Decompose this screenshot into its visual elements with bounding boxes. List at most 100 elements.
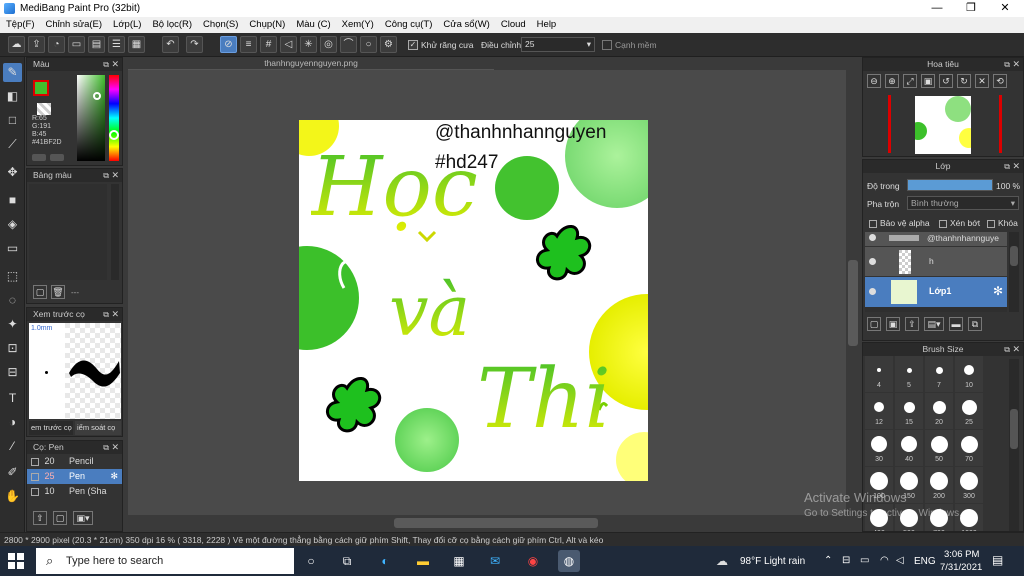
- windows-start-icon[interactable]: [8, 553, 24, 569]
- rotate-right-icon[interactable]: ↻: [957, 74, 971, 88]
- navigator-thumbnail[interactable]: [915, 96, 971, 154]
- select-pen-icon[interactable]: ⊡: [3, 339, 22, 358]
- close-icon[interactable]: ✕: [1012, 58, 1020, 71]
- edge-checkbox[interactable]: [602, 40, 612, 50]
- detach-icon[interactable]: ⧉: [1004, 160, 1010, 173]
- lasso-tool-icon[interactable]: ◌: [3, 291, 22, 310]
- layer-scrollbar[interactable]: [1009, 232, 1019, 312]
- brush-size-cell[interactable]: 50: [925, 430, 953, 466]
- blend-select[interactable]: Bình thường ▾: [907, 196, 1019, 210]
- menu-window[interactable]: Cửa sổ(W): [443, 17, 489, 33]
- layer-row[interactable]: h: [865, 247, 1007, 277]
- shape-tool-icon[interactable]: □: [3, 111, 22, 130]
- undo-icon[interactable]: ↶: [162, 36, 179, 53]
- detach-icon[interactable]: ⧉: [1004, 58, 1010, 71]
- layer-row-selected[interactable]: Lớp1 ✻: [865, 277, 1007, 307]
- comment-icon[interactable]: ◔: [48, 36, 65, 53]
- battery-icon[interactable]: ▭: [860, 555, 869, 566]
- vertical-scroll-thumb[interactable]: [848, 260, 858, 346]
- pen-tool-icon[interactable]: ✐: [3, 463, 22, 482]
- minimize-button[interactable]: —: [920, 0, 954, 17]
- add-brush-icon[interactable]: ⇧: [33, 511, 47, 525]
- close-icon[interactable]: ✕: [111, 169, 119, 182]
- protect-alpha-checkbox[interactable]: [869, 219, 877, 228]
- language-indicator[interactable]: ENG: [914, 556, 936, 567]
- menu-edit[interactable]: Chỉnh sửa(E): [46, 17, 103, 33]
- chrome-icon[interactable]: ◉: [522, 550, 544, 572]
- transparent-swatch[interactable]: [37, 103, 51, 115]
- close-button[interactable]: ✕: [988, 0, 1022, 17]
- document-icon[interactable]: ▤: [88, 36, 105, 53]
- brush-size-cell[interactable]: 12: [865, 393, 893, 429]
- eraser-tool-icon[interactable]: ◧: [3, 87, 22, 106]
- brush-size-cell[interactable]: 40: [895, 430, 923, 466]
- move-tool-icon[interactable]: ✥: [3, 163, 22, 182]
- mail-icon[interactable]: ✉: [484, 550, 506, 572]
- bucket-tool-icon[interactable]: ◈: [3, 215, 22, 234]
- palette-scrollbar[interactable]: [111, 184, 119, 280]
- text-tool-icon[interactable]: T: [3, 389, 22, 408]
- cross-snap-icon[interactable]: #: [260, 36, 277, 53]
- settings-gear-icon[interactable]: ⚙: [380, 36, 397, 53]
- new-image-layer-icon[interactable]: ▣: [886, 317, 900, 331]
- folder-icon[interactable]: ▬: [949, 317, 963, 331]
- hue-slider[interactable]: [109, 75, 119, 161]
- fit-icon[interactable]: ⤢: [903, 74, 917, 88]
- zoom-out-icon[interactable]: ⊖: [867, 74, 881, 88]
- clip-option[interactable]: Xén bớt: [939, 218, 980, 228]
- detach-icon[interactable]: ⧉: [1004, 343, 1010, 356]
- rotate-left-icon[interactable]: ↺: [939, 74, 953, 88]
- new-palette-icon[interactable]: ▢: [33, 285, 47, 299]
- brush-tool-icon[interactable]: ✎: [3, 63, 22, 82]
- brush-size-cell[interactable]: 5: [895, 356, 923, 392]
- eye-icon[interactable]: [869, 288, 876, 295]
- close-icon[interactable]: ✕: [1012, 343, 1020, 356]
- weather-text[interactable]: 98°F Light rain: [740, 556, 805, 567]
- brush-item-pencil[interactable]: 20 Pencil: [27, 454, 122, 469]
- saturation-cursor[interactable]: [93, 92, 101, 100]
- notification-icon[interactable]: ▤: [992, 553, 1003, 567]
- gradient-tool-icon[interactable]: ▭: [3, 239, 22, 258]
- detach-icon[interactable]: ⧉: [103, 58, 109, 71]
- concentric-snap-icon[interactable]: ◎: [320, 36, 337, 53]
- volume-icon[interactable]: ◁: [896, 555, 904, 566]
- close-icon[interactable]: ✕: [111, 308, 119, 321]
- import-layer-icon[interactable]: ⇪: [905, 317, 919, 331]
- document-tab[interactable]: thanhnguyennguyen.png: [128, 57, 494, 70]
- grid-icon[interactable]: ▦: [128, 36, 145, 53]
- protect-alpha-option[interactable]: Bảo vệ alpha: [869, 218, 930, 228]
- redo-icon[interactable]: ↷: [186, 36, 203, 53]
- close-icon[interactable]: ✕: [1012, 160, 1020, 173]
- brush-size-cell[interactable]: 70: [955, 430, 983, 466]
- message-icon[interactable]: ▭: [68, 36, 85, 53]
- edge-browser-icon[interactable]: ◐: [374, 550, 396, 572]
- task-view-icon[interactable]: ⧉: [336, 550, 358, 572]
- menu-snap[interactable]: Chụp(N): [249, 17, 285, 33]
- select-eraser-icon[interactable]: ⊟: [3, 363, 22, 382]
- layer-menu-icon[interactable]: ▤▾: [924, 317, 944, 331]
- brush-size-cell[interactable]: 25: [955, 393, 983, 429]
- layer-scroll-thumb[interactable]: [1010, 246, 1018, 266]
- brush-visible-checkbox[interactable]: [31, 457, 39, 466]
- brush-size-cell[interactable]: 30: [865, 430, 893, 466]
- color-mode-button[interactable]: [32, 154, 46, 161]
- detach-icon[interactable]: ⧉: [103, 308, 109, 321]
- eye-icon[interactable]: [869, 258, 876, 265]
- lock-option[interactable]: Khóa: [987, 218, 1018, 228]
- gear-icon[interactable]: ✻: [110, 469, 118, 484]
- cloud-icon[interactable]: ☁: [8, 36, 25, 53]
- clock-date[interactable]: 7/31/2021: [940, 562, 982, 573]
- adjust-select[interactable]: 25 ▾: [521, 37, 595, 52]
- color-swap-button[interactable]: [50, 154, 64, 161]
- brush-size-cell[interactable]: 300: [955, 467, 983, 503]
- brush-size-cell[interactable]: 4: [865, 356, 893, 392]
- artboard[interactable]: @thanhnhannguyen #hd247 Học và Thi: [299, 120, 648, 481]
- vanish-snap-icon[interactable]: ◁: [280, 36, 297, 53]
- brush-item-pen[interactable]: 25 Pen ✻: [27, 469, 122, 484]
- tab-brush-control[interactable]: iểm soát cọ: [75, 421, 121, 435]
- wifi-icon[interactable]: ◠: [880, 555, 889, 566]
- clip-checkbox[interactable]: [939, 219, 947, 228]
- close-icon[interactable]: ✕: [111, 58, 119, 71]
- chevron-up-icon[interactable]: ⌃: [824, 555, 832, 566]
- magic-wand-icon[interactable]: ✦: [3, 315, 22, 334]
